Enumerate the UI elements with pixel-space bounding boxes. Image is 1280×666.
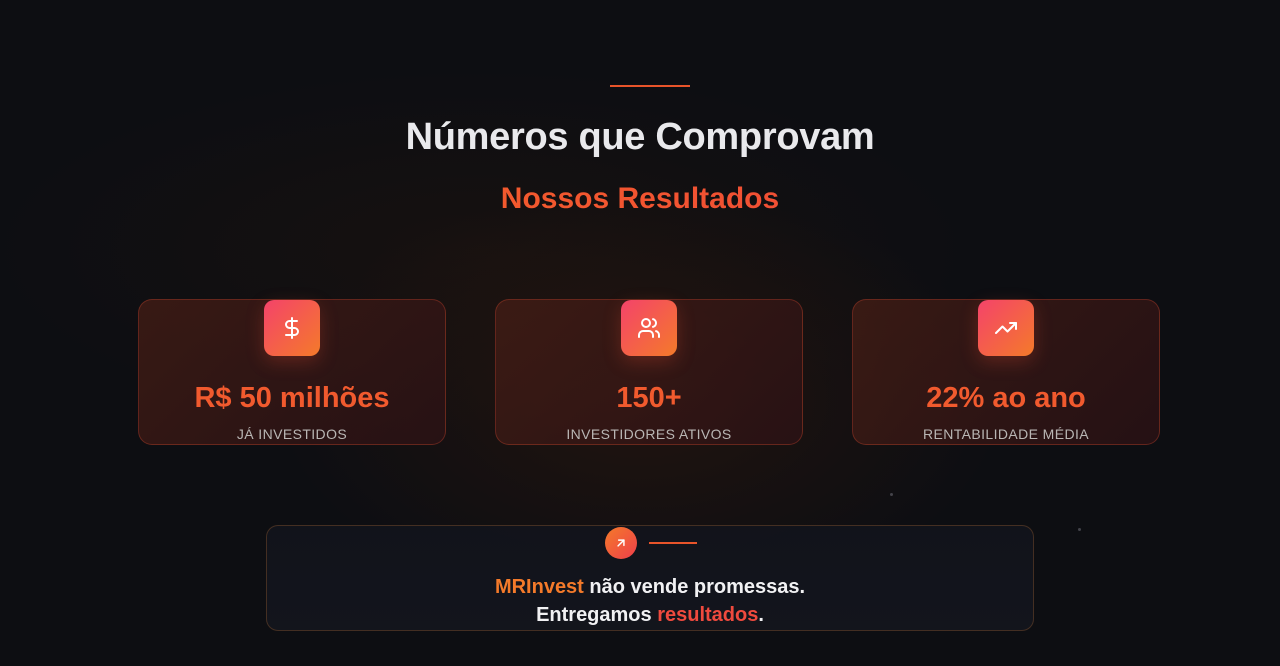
statement-punctuation: . (758, 604, 764, 626)
stat-label: RENTABILIDADE MÉDIA (922, 426, 1090, 442)
stat-label: JÁ INVESTIDOS (236, 426, 348, 442)
results-section: Números que Comprovam Nossos Resultados … (0, 0, 1280, 666)
decorative-rule (649, 542, 697, 544)
stat-value: 150+ (616, 382, 682, 414)
section-subtitle: Nossos Resultados (0, 182, 1280, 216)
decorative-dot (890, 493, 893, 496)
dollar-icon (264, 300, 320, 356)
decorative-top-rule (610, 85, 690, 87)
stat-value: R$ 50 milhões (194, 382, 390, 414)
stat-card-investors: 150+ INVESTIDORES ATIVOS (495, 299, 803, 445)
decorative-dot (1078, 528, 1081, 531)
stat-label: INVESTIDORES ATIVOS (566, 426, 732, 442)
section-title: Números que Comprovam (405, 116, 875, 158)
brand-name: MRInvest (494, 576, 584, 598)
stat-value: 22% ao ano (926, 382, 1086, 414)
stat-card-invested: R$ 50 milhões JÁ INVESTIDOS (138, 299, 446, 445)
statement-line-2: Entregamos resultados. (267, 604, 1033, 627)
statement-line-1: MRInvest não vende promessas. (267, 576, 1033, 599)
stat-card-return: 22% ao ano RENTABILIDADE MÉDIA (852, 299, 1160, 445)
statement-box: MRInvest não vende promessas. Entregamos… (266, 525, 1034, 631)
trending-up-icon (978, 300, 1034, 356)
users-icon (621, 300, 677, 356)
arrow-up-right-icon (605, 527, 637, 559)
statement-text: Entregamos (536, 604, 658, 626)
statement-highlight: resultados (657, 604, 759, 626)
statement-text: não vende promessas. (583, 576, 806, 598)
